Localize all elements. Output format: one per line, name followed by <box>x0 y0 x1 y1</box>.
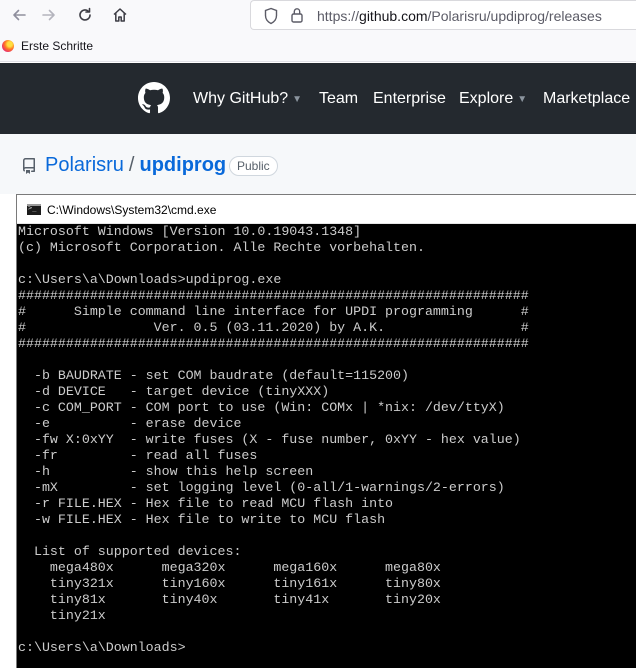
url-text[interactable]: https://github.com/Polarisru/updiprog/re… <box>317 8 602 24</box>
lock-icon[interactable] <box>290 6 304 24</box>
repo-heading: Polarisru / updiprog Public <box>0 134 636 194</box>
nav-label: Enterprise <box>373 90 446 107</box>
console-output[interactable]: Microsoft Windows [Version 10.0.19043.13… <box>18 224 636 668</box>
nav-team[interactable]: Team <box>319 90 358 108</box>
reload-button[interactable] <box>73 3 97 27</box>
nav-enterprise[interactable]: Enterprise <box>373 90 446 108</box>
console-line: -b BAUDRATE - set COM baudrate (default=… <box>18 368 409 383</box>
repo-icon <box>22 158 35 174</box>
bookmark-label: Erste Schritte <box>21 39 94 53</box>
console-line: tiny81x tiny40x tiny41x tiny20x <box>18 592 441 607</box>
shield-icon[interactable] <box>263 7 279 25</box>
repo-separator: / <box>128 154 135 176</box>
console-line: -w FILE.HEX - Hex file to write to MCU f… <box>18 512 386 527</box>
nav-marketplace[interactable]: Marketplace <box>543 90 630 108</box>
cmd-window[interactable]: C:\Windows\System32\cmd.exe Microsoft Wi… <box>16 194 636 668</box>
home-icon <box>113 8 127 22</box>
home-button[interactable] <box>108 3 132 27</box>
console-line: tiny21x <box>18 608 106 623</box>
console-line: c:\Users\a\Downloads>updiprog.exe <box>18 272 282 287</box>
repo-owner-link[interactable]: Polarisru <box>45 154 124 176</box>
nav-why-github[interactable]: Why GitHub? ▼ <box>193 90 302 108</box>
console-line: List of supported devices: <box>18 544 242 559</box>
firefox-logo-icon <box>2 40 14 52</box>
console-line: -mX - set logging level (0-all/1-warning… <box>18 480 505 495</box>
visibility-badge: Public <box>229 156 278 176</box>
url-path: /Polarisru/updiprog/releases <box>427 8 602 24</box>
chevron-down-icon: ▼ <box>517 93 528 105</box>
url-host: github.com <box>359 8 428 24</box>
nav-label: Team <box>319 90 359 107</box>
forward-arrow-icon <box>42 9 55 21</box>
nav-label: Why GitHub? <box>193 90 289 107</box>
console-line: mega480x mega320x mega160x mega80x <box>18 560 441 575</box>
back-button[interactable] <box>7 3 31 27</box>
console-line: -fr - read all fuses <box>18 448 258 463</box>
url-scheme: https:// <box>317 8 360 24</box>
console-text: Microsoft Windows [Version 10.0.19043.13… <box>18 224 636 656</box>
forward-button[interactable] <box>37 3 61 27</box>
repo-name-link[interactable]: updiprog <box>139 154 226 176</box>
cmd-icon <box>27 204 41 215</box>
cmd-window-title: C:\Windows\System32\cmd.exe <box>47 203 217 217</box>
console-line: Microsoft Windows [Version 10.0.19043.13… <box>18 224 362 239</box>
console-line: # Ver. 0.5 (03.11.2020) by A.K. # <box>18 320 529 335</box>
console-line: tiny321x tiny160x tiny161x tiny80x <box>18 576 441 591</box>
console-line: -r FILE.HEX - Hex file to read MCU flash… <box>18 496 394 511</box>
console-line: ########################################… <box>18 288 529 303</box>
nav-label: Marketplace <box>543 90 631 107</box>
console-line: -d DEVICE - target device (tinyXXX) <box>18 384 330 399</box>
bookmarks-toolbar: Erste Schritte <box>0 30 636 62</box>
browser-toolbar: https://github.com/Polarisru/updiprog/re… <box>0 0 636 30</box>
nav-explore[interactable]: Explore ▼ <box>459 90 527 108</box>
cmd-title-bar[interactable]: C:\Windows\System32\cmd.exe <box>17 195 636 224</box>
console-line: -e - erase device <box>18 416 242 431</box>
console-line: (c) Microsoft Corporation. Alle Rechte v… <box>18 240 425 255</box>
console-line: # Simple command line interface for UPDI… <box>18 304 529 319</box>
console-line: -fw X:0xYY - write fuses (X - fuse numbe… <box>18 432 521 447</box>
reload-icon <box>79 7 91 21</box>
console-line: -c COM_PORT - COM port to use (Win: COMx… <box>18 400 505 415</box>
back-arrow-icon <box>13 9 26 21</box>
github-logo-icon[interactable] <box>138 82 170 114</box>
chevron-down-icon: ▼ <box>292 93 303 105</box>
console-line: ########################################… <box>18 336 529 351</box>
console-line: -h - show this help screen <box>18 464 314 479</box>
console-line: c:\Users\a\Downloads> <box>18 640 186 655</box>
github-header: Why GitHub? ▼ Team Enterprise Explore ▼ … <box>0 63 636 134</box>
repo-title: Polarisru / updiprog <box>45 154 226 177</box>
bookmark-erste-schritte[interactable]: Erste Schritte <box>2 39 93 53</box>
nav-label: Explore <box>459 90 514 107</box>
url-bar[interactable]: https://github.com/Polarisru/updiprog/re… <box>250 0 636 30</box>
